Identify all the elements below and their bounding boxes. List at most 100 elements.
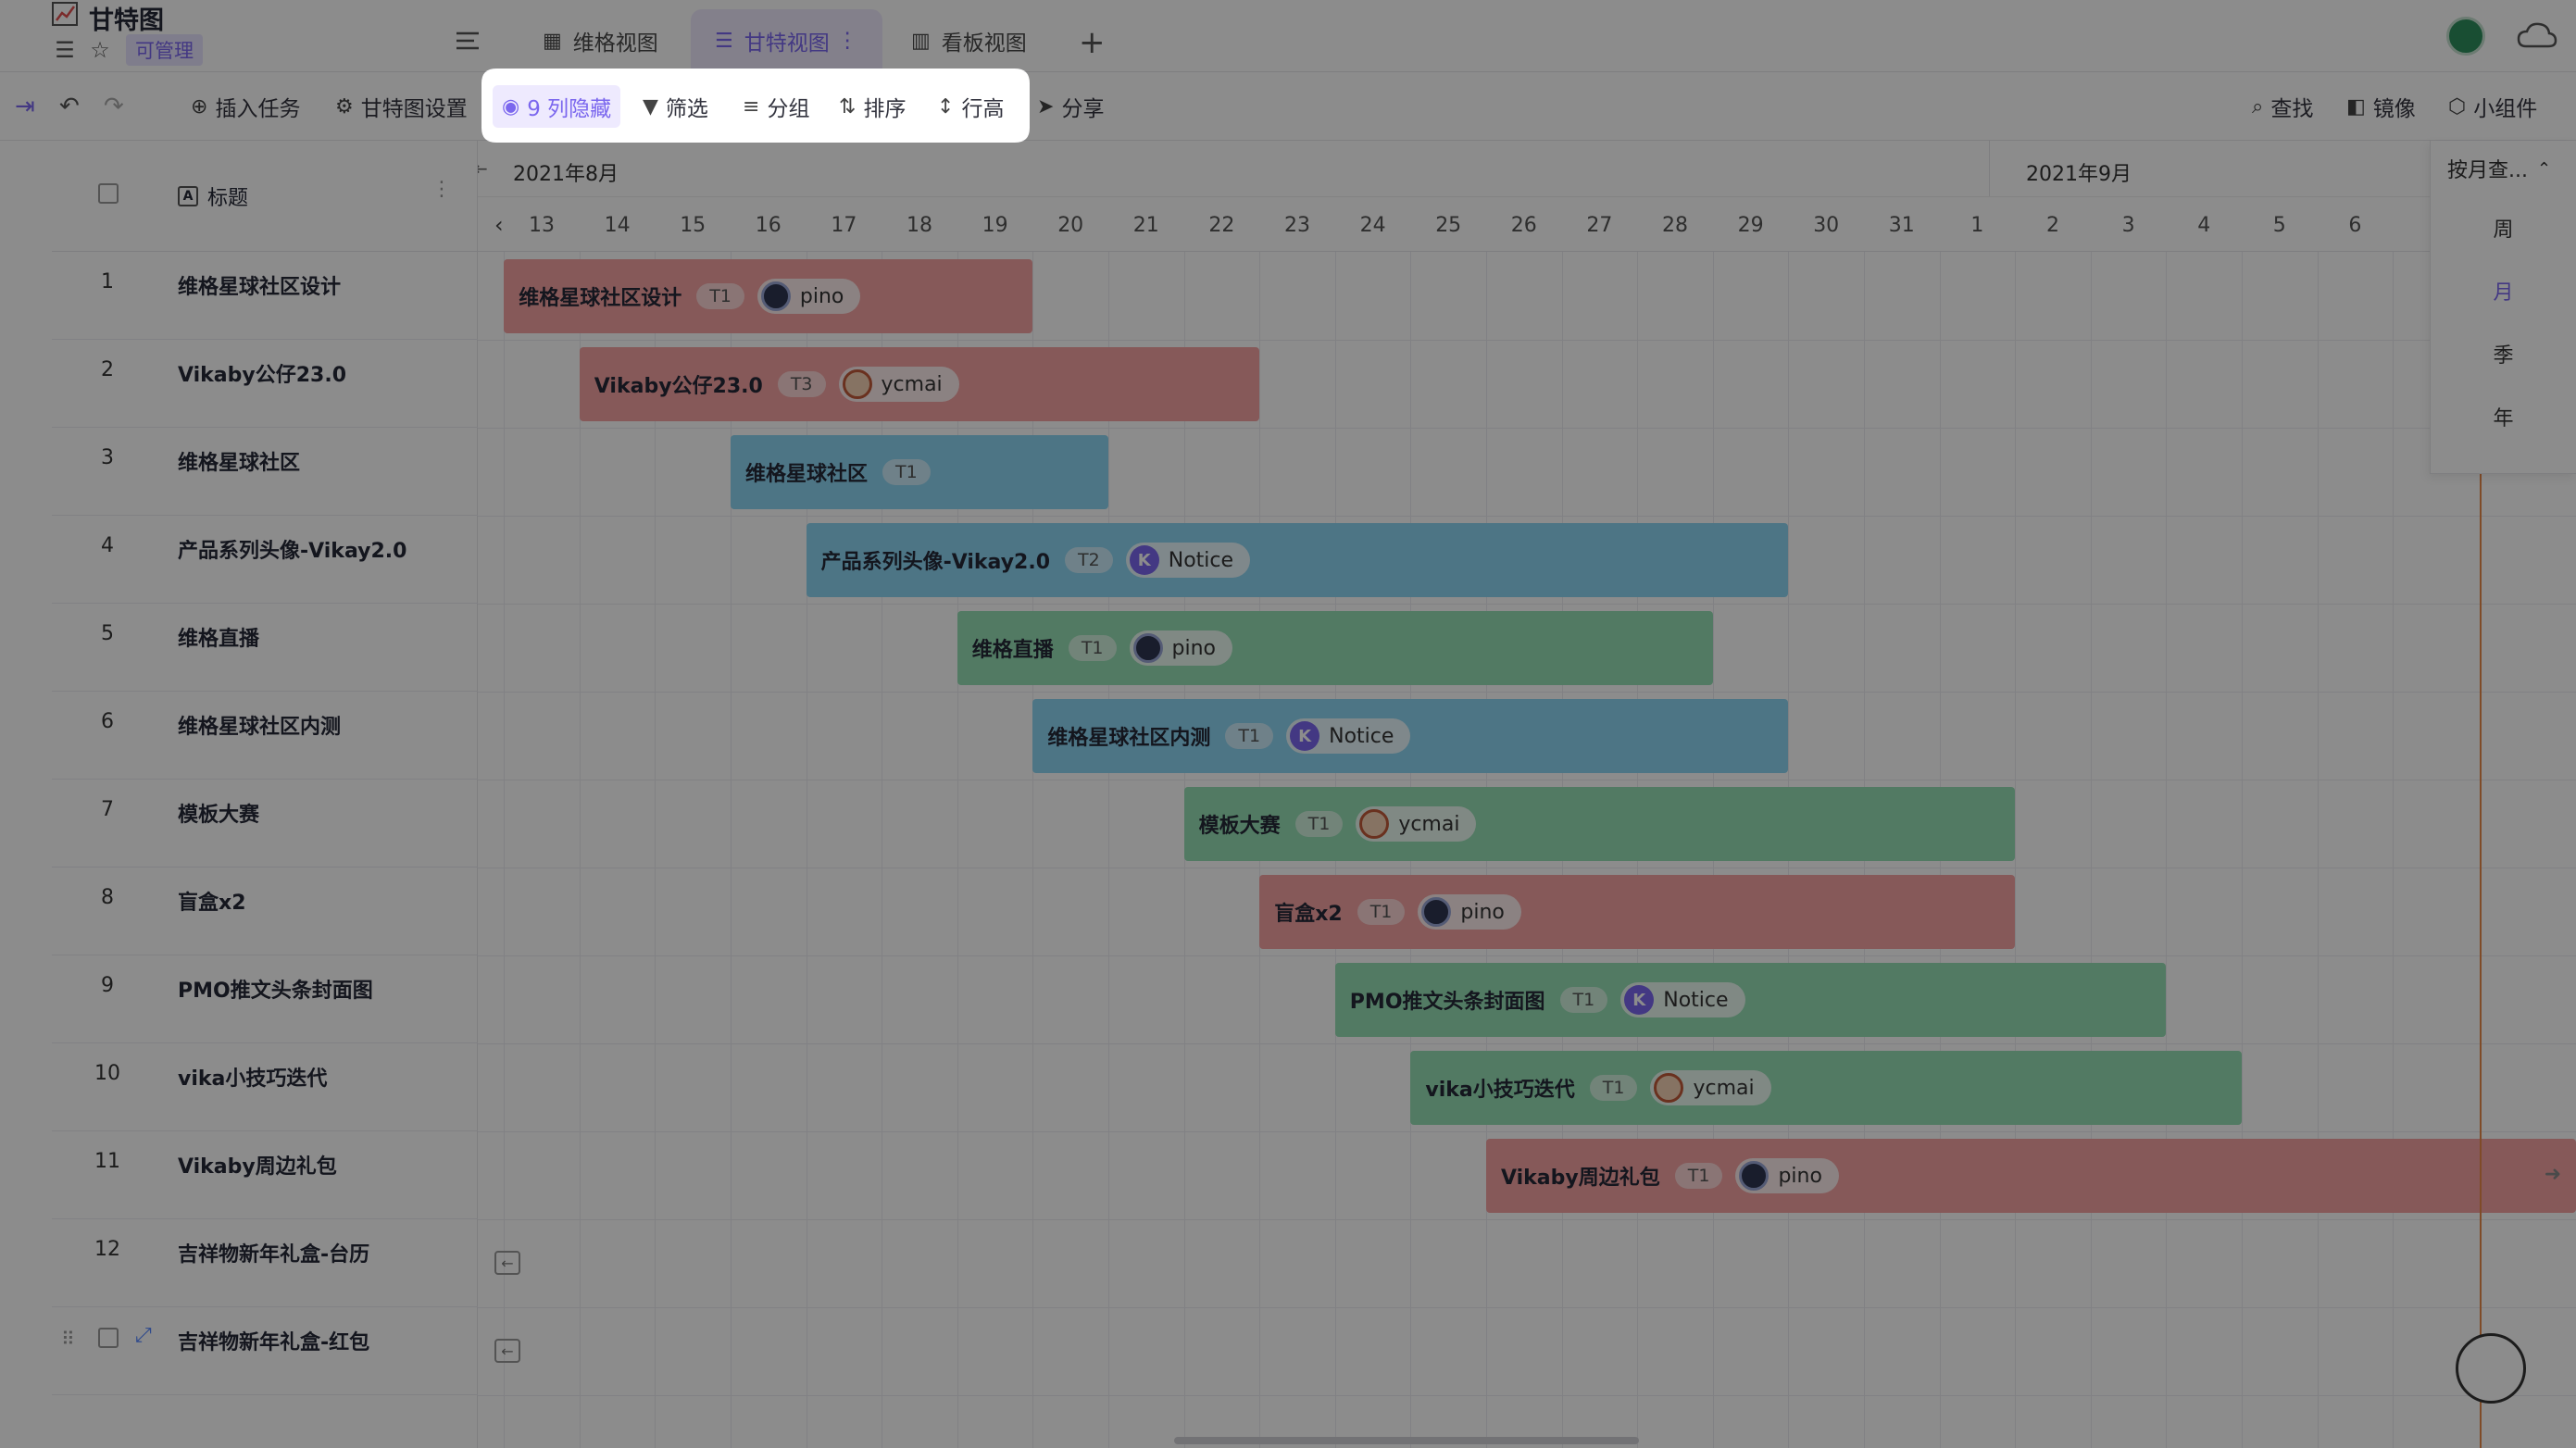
filter-button[interactable]: ▼ 筛选 <box>643 72 708 141</box>
share-button[interactable]: ➤ 分享 <box>1037 72 1104 141</box>
gantt-task-bar[interactable]: 模板大赛 T1 ycmai <box>1183 787 2016 861</box>
table-row[interactable]: 10 vika小技巧迭代 <box>52 1043 478 1131</box>
row-title[interactable]: PMO推文头条封面图 <box>178 974 373 1004</box>
time-scale-dropdown: 按月查... ⌃ 周月季年 <box>2430 141 2576 474</box>
widgets-button[interactable]: ⬡ 小组件 <box>2448 72 2537 141</box>
table-row[interactable]: 9 PMO推文头条封面图 <box>52 955 478 1043</box>
time-scale-option[interactable]: 月 <box>2431 259 2576 322</box>
day-label: 31 <box>1888 214 1915 237</box>
day-label: 22 <box>1208 214 1235 237</box>
description-icon[interactable]: ☰ <box>52 37 78 63</box>
day-label: 4 <box>2197 214 2211 237</box>
row-title[interactable]: Vikaby周边礼包 <box>178 1150 337 1180</box>
grid-hline <box>478 1395 2576 1396</box>
row-checkbox[interactable] <box>98 1328 119 1348</box>
mirror-button[interactable]: ◧ 镜像 <box>2346 72 2416 141</box>
gantt-task-bar[interactable]: 产品系列头像-Vikay2.0 T2 K Notice <box>806 523 1789 597</box>
menu-icon[interactable] <box>454 30 481 52</box>
star-icon[interactable]: ☆ <box>87 37 113 63</box>
assistant-mascot-icon[interactable] <box>2456 1333 2526 1404</box>
row-title[interactable]: 模板大赛 <box>178 798 259 828</box>
row-title[interactable]: 维格直播 <box>178 622 259 652</box>
scroll-to-task-icon[interactable]: ← <box>494 1251 520 1275</box>
table-row[interactable]: ⠿ ⤢ 吉祥物新年礼盒-红包 <box>52 1307 478 1395</box>
table-row[interactable]: 7 模板大赛 <box>52 780 478 868</box>
row-number: 3 <box>101 446 114 469</box>
scroll-to-task-icon[interactable]: ← <box>494 1339 520 1363</box>
table-row[interactable]: 11 Vikaby周边礼包 <box>52 1131 478 1219</box>
row-height-button[interactable]: ↕ 行高 <box>937 72 1004 141</box>
select-all-checkbox[interactable] <box>98 183 119 204</box>
hidden-columns-button[interactable]: ◉ 9 列隐藏 <box>493 85 621 128</box>
grid-hline <box>478 340 2576 341</box>
find-button[interactable]: ⌕ 查找 <box>2252 72 2313 141</box>
gantt-task-bar[interactable]: Vikaby公仔23.0 T3 ycmai <box>579 347 1260 421</box>
row-number: 11 <box>94 1150 120 1173</box>
row-title[interactable]: 吉祥物新年礼盒-红包 <box>178 1326 369 1355</box>
tab-gantt-view[interactable]: ☰ 甘特视图 ⋮ <box>691 9 882 72</box>
gantt-task-bar[interactable]: PMO推文头条封面图 T1 K Notice <box>1334 963 2167 1037</box>
drag-handle-icon[interactable]: ⠿ <box>61 1328 75 1350</box>
column-header-title[interactable]: A 标题 <box>178 181 248 211</box>
gantt-task-bar[interactable]: vika小技巧迭代 T1 ycmai <box>1410 1051 2242 1125</box>
member-name: ycmai <box>1398 812 1460 836</box>
send-icon: ➤ <box>1037 94 1055 119</box>
row-title[interactable]: vika小技巧迭代 <box>178 1062 327 1092</box>
day-label: 23 <box>1284 214 1310 237</box>
row-number: 5 <box>101 622 114 645</box>
table-row[interactable]: 8 盲盒x2 <box>52 868 478 955</box>
gantt-task-bar[interactable]: 维格直播 T1 pino <box>957 611 1713 685</box>
gantt-task-bar[interactable]: 维格星球社区 T1 <box>731 435 1108 509</box>
gantt-task-bar[interactable]: 维格星球社区设计 T1 pino <box>504 259 1033 333</box>
row-title[interactable]: 维格星球社区内测 <box>178 710 341 740</box>
table-row[interactable]: 5 维格直播 <box>52 604 478 692</box>
task-bar-name: 盲盒x2 <box>1274 903 1343 926</box>
table-row[interactable]: 3 维格星球社区 <box>52 428 478 516</box>
time-scale-option[interactable]: 季 <box>2431 322 2576 385</box>
more-icon[interactable]: ⋮ <box>837 29 858 53</box>
task-bar-name: 维格星球社区设计 <box>519 287 682 310</box>
expand-record-icon[interactable]: ⤢ <box>135 1324 152 1347</box>
kanban-view-icon: ▥ <box>911 29 931 53</box>
task-bar-name: 产品系列头像-Vikay2.0 <box>820 551 1051 574</box>
row-number: 12 <box>94 1238 120 1261</box>
horizontal-scrollbar[interactable] <box>1174 1437 1639 1444</box>
gantt-task-bar[interactable]: 盲盒x2 T1 pino <box>1259 875 2016 949</box>
title-subbar: ☰ ☆ 可管理 <box>52 34 203 66</box>
hidden-columns-label: 9 列隐藏 <box>527 97 612 121</box>
row-title[interactable]: 产品系列头像-Vikay2.0 <box>178 534 406 564</box>
row-title[interactable]: 维格星球社区 <box>178 446 300 476</box>
add-view-button[interactable]: + <box>1079 24 1106 61</box>
table-row[interactable]: 12 吉祥物新年礼盒-台历 <box>52 1219 478 1307</box>
time-scale-select[interactable]: 按月查... ⌃ <box>2431 141 2576 196</box>
gantt-task-bar[interactable]: Vikaby周边礼包 T1 pino ➜ <box>1486 1139 2576 1213</box>
gantt-task-bar[interactable]: 维格星球社区内测 T1 K Notice <box>1032 699 1789 773</box>
table-row[interactable]: 1 维格星球社区设计 <box>52 252 478 340</box>
time-scale-option[interactable]: 周 <box>2431 196 2576 259</box>
table-row[interactable]: 6 维格星球社区内测 <box>52 692 478 780</box>
row-title[interactable]: 吉祥物新年礼盒-台历 <box>178 1238 369 1267</box>
chevron-left-icon[interactable]: ‹ <box>494 212 504 238</box>
gantt-chart-icon <box>52 2 78 26</box>
tab-kanban-view[interactable]: ▥ 看板视图 <box>887 9 1051 72</box>
table-row[interactable]: 2 Vikaby公仔23.0 <box>52 340 478 428</box>
cloud-sync-icon[interactable] <box>2517 20 2557 52</box>
tab-grid-view[interactable]: ▦ 维格视图 <box>519 9 682 72</box>
sort-button[interactable]: ⇅ 排序 <box>839 72 906 141</box>
column-title-label: 标题 <box>207 187 249 210</box>
row-title[interactable]: 盲盒x2 <box>178 886 246 916</box>
time-scale-option[interactable]: 年 <box>2431 385 2576 448</box>
row-title[interactable]: 维格星球社区设计 <box>178 270 341 300</box>
row-title[interactable]: Vikaby公仔23.0 <box>178 358 346 388</box>
group-button[interactable]: ≡ 分组 <box>743 72 809 141</box>
gantt-timeline: ⇤ 2021年8月 2021年9月 ‹ 13 14 15 16 17 18 19 20 21 22… <box>478 141 2576 1448</box>
day-label: 26 <box>1510 214 1537 237</box>
column-more-icon[interactable]: ⋮ <box>431 178 452 201</box>
day-label: 24 <box>1359 214 1386 237</box>
member-chip: ycmai <box>1650 1070 1771 1105</box>
table-row[interactable]: 4 产品系列头像-Vikay2.0 <box>52 516 478 604</box>
avatar[interactable] <box>2446 17 2485 56</box>
task-tag: T1 <box>882 459 931 485</box>
arrow-right-icon[interactable]: ➜ <box>2545 1163 2561 1186</box>
collapse-grid-icon[interactable]: ⇤ <box>478 157 488 180</box>
